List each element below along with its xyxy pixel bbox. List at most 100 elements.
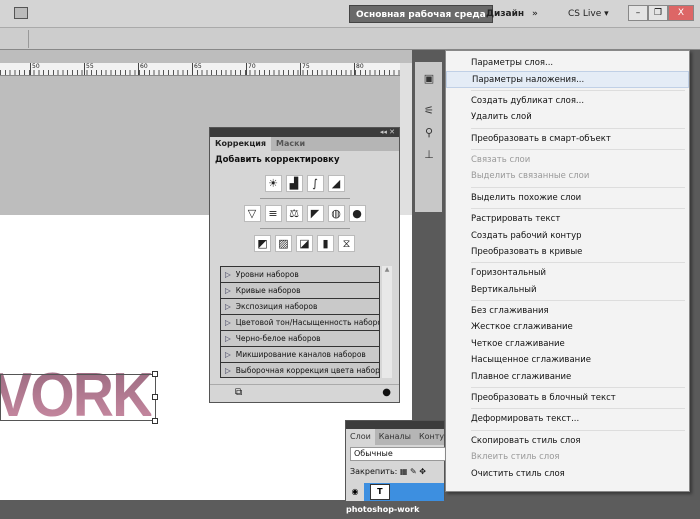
- curves-icon[interactable]: ∫: [306, 175, 324, 192]
- menu-item[interactable]: Деформировать текст...: [446, 411, 689, 427]
- lock-icons[interactable]: ▦ ✎ ✥: [400, 467, 426, 476]
- menu-item[interactable]: Удалить слой: [446, 109, 689, 125]
- menu-item[interactable]: Четкое сглаживание: [446, 336, 689, 352]
- stamp-icon[interactable]: ⊥: [420, 148, 438, 162]
- menu-item: Вклеить стиль слоя: [471, 452, 560, 463]
- menu-separator: [471, 387, 685, 389]
- panel-title: Добавить корректировку: [215, 155, 340, 165]
- adjustments-panel: ◂◂ ✕ Коррекция Маски Добавить корректиро…: [209, 127, 400, 403]
- menu-item[interactable]: Создать дубликат слоя...: [446, 93, 689, 109]
- color-balance-icon[interactable]: ⚖: [285, 205, 303, 222]
- workspace-main-button[interactable]: Основная рабочая среда: [349, 5, 493, 23]
- cs-live-button[interactable]: CS Live ▾: [562, 5, 615, 23]
- ruler-label: 80: [354, 63, 364, 75]
- preset-item[interactable]: ▷ Уровни наборов: [221, 267, 379, 283]
- menu-item[interactable]: Создать рабочий контур: [446, 228, 689, 244]
- menu-item[interactable]: Растрировать текст: [446, 211, 689, 227]
- channel-mixer-icon[interactable]: ●: [348, 205, 366, 222]
- brush-presets-icon[interactable]: ⚟: [420, 104, 438, 118]
- close-button[interactable]: X: [668, 5, 694, 21]
- tab-correction[interactable]: Коррекция: [210, 137, 272, 151]
- menu-item[interactable]: Параметры слоя...: [446, 55, 689, 71]
- menu-item[interactable]: Без сглаживания: [446, 303, 689, 319]
- preset-item[interactable]: ▷ Цветовой тон/Насыщенность наборов: [221, 315, 379, 331]
- layer-row[interactable]: ◉ T photoshop-work: [346, 483, 444, 514]
- vertical-scrollbar[interactable]: [400, 63, 412, 215]
- workspace-design-button[interactable]: Дизайн: [480, 5, 530, 23]
- tab-layers[interactable]: Слои: [346, 429, 375, 445]
- ruler-label: 70: [246, 63, 256, 75]
- photo-filter-icon[interactable]: ◍: [327, 205, 345, 222]
- menu-item[interactable]: Плавное сглаживание: [446, 369, 689, 385]
- gradient-map-icon[interactable]: ▮: [317, 235, 334, 252]
- menu-separator: [471, 127, 685, 129]
- transform-handle[interactable]: [152, 394, 158, 400]
- menu-item[interactable]: Горизонтальный: [446, 265, 689, 281]
- preset-item[interactable]: ▷ Выборочная коррекция цвета наборов: [221, 363, 379, 379]
- clip-to-layer-icon[interactable]: ⧉: [235, 387, 242, 398]
- menu-separator: [471, 262, 685, 264]
- minimize-button[interactable]: –: [628, 5, 648, 21]
- menu-separator: [471, 429, 685, 431]
- layer-name: photoshop-work: [346, 505, 420, 514]
- layer-context-menu: Параметры слоя... Параметры наложения... С…: [445, 50, 690, 492]
- more-workspaces-button[interactable]: »: [526, 5, 544, 23]
- lock-label: Закрепить:: [350, 467, 398, 476]
- menu-separator: [471, 148, 685, 150]
- panel-header[interactable]: ◂◂ ✕: [210, 128, 399, 137]
- presets-scrollbar[interactable]: ▲: [382, 266, 392, 378]
- vibrance-icon[interactable]: ▽: [243, 205, 261, 222]
- preset-item[interactable]: ▷ Черно-белое наборов: [221, 331, 379, 347]
- exposure-icon[interactable]: ◢: [327, 175, 345, 192]
- screen-mode-icon[interactable]: [14, 7, 28, 19]
- transform-handle[interactable]: [152, 418, 158, 424]
- application-bar: Основная рабочая среда Дизайн » CS Live …: [0, 0, 700, 28]
- selective-color-icon[interactable]: ⧖: [338, 235, 355, 252]
- posterize-icon[interactable]: ▨: [275, 235, 292, 252]
- transform-bounding-box[interactable]: [0, 374, 156, 421]
- menu-item[interactable]: Преобразовать в смарт-объект: [446, 131, 689, 147]
- threshold-icon[interactable]: ◪: [296, 235, 313, 252]
- blend-mode-select[interactable]: Обычные: [350, 447, 446, 461]
- ruler-label: 60: [138, 63, 148, 75]
- transform-handle[interactable]: [152, 371, 158, 377]
- menu-item[interactable]: Параметры наложения...: [446, 71, 689, 88]
- invert-icon[interactable]: ◩: [254, 235, 271, 252]
- menu-separator: [471, 89, 685, 91]
- ruler-label: 75: [300, 63, 310, 75]
- ruler-label: 65: [192, 63, 202, 75]
- menu-item[interactable]: Жесткое сглаживание: [446, 319, 689, 335]
- presets-list: ▷ Уровни наборов ▷ Кривые наборов ▷ Экспози…: [220, 266, 380, 378]
- menu-item: Выделить связанные слои: [471, 171, 590, 182]
- preset-item[interactable]: ▷ Микширование каналов наборов: [221, 347, 379, 363]
- menu-separator: [471, 300, 685, 302]
- mini-bridge-icon[interactable]: ▣: [420, 72, 438, 86]
- menu-item[interactable]: Вертикальный: [446, 282, 689, 298]
- black-white-icon[interactable]: ◤: [306, 205, 324, 222]
- ruler-label: 50: [30, 63, 40, 75]
- brightness-contrast-icon[interactable]: ☀: [264, 175, 282, 192]
- preset-item[interactable]: ▷ Кривые наборов: [221, 283, 379, 299]
- menu-item[interactable]: Преобразовать в блочный текст: [446, 390, 689, 406]
- preset-item[interactable]: ▷ Экспозиция наборов: [221, 299, 379, 315]
- menu-separator: [471, 408, 685, 410]
- text-layer-icon: T: [369, 484, 390, 500]
- menu-item[interactable]: Скопировать стиль слоя: [446, 433, 689, 449]
- levels-icon[interactable]: ▟: [285, 175, 303, 192]
- hue-saturation-icon[interactable]: ≡: [264, 205, 282, 222]
- restore-button[interactable]: ❐: [648, 5, 668, 21]
- menu-item[interactable]: Насыщенное сглаживание: [446, 352, 689, 368]
- options-bar: [0, 28, 700, 50]
- menu-item: Связать слои: [471, 154, 531, 165]
- tab-masks[interactable]: Маски: [271, 137, 310, 151]
- menu-item[interactable]: Преобразовать в кривые: [446, 244, 689, 260]
- visibility-toggle-icon[interactable]: ●: [382, 387, 391, 398]
- horizontal-ruler: 50 55 60 65 70 75 80: [0, 63, 400, 76]
- eye-icon[interactable]: ◉: [346, 483, 364, 501]
- right-dock: [690, 50, 700, 500]
- menu-separator: [471, 186, 685, 188]
- clone-source-icon[interactable]: ⚲: [420, 126, 438, 140]
- tab-channels[interactable]: Каналы: [375, 429, 415, 445]
- menu-item[interactable]: Выделить похожие слои: [446, 190, 689, 206]
- menu-item[interactable]: Очистить стиль слоя: [446, 466, 689, 482]
